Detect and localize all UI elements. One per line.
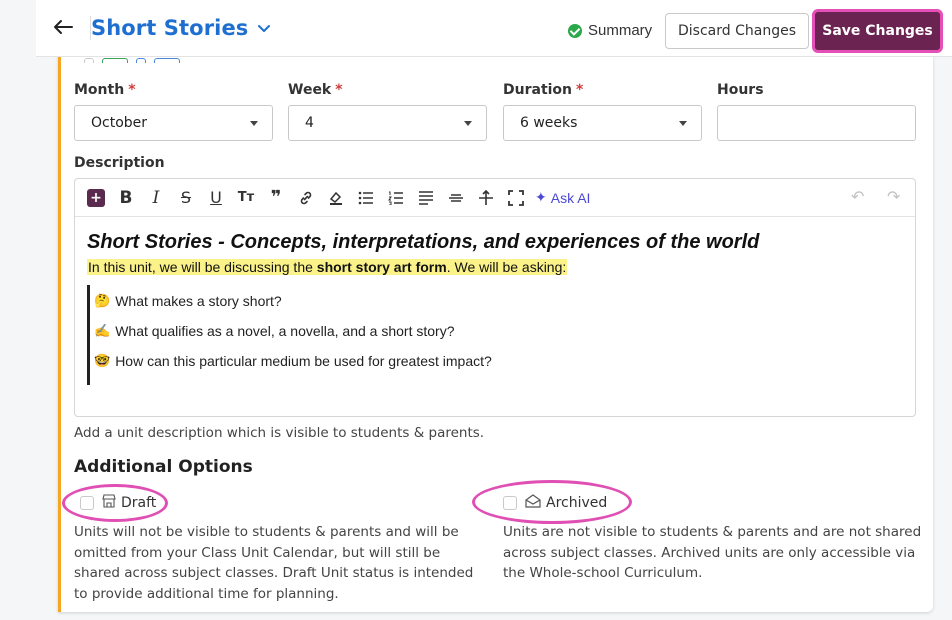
week-value: 4 — [305, 115, 314, 131]
underline-icon[interactable]: U — [201, 184, 231, 212]
question-text: What makes a story short? — [115, 293, 282, 309]
peek-icon — [136, 58, 146, 63]
intro-suffix: . We will be asking: — [446, 259, 567, 275]
draft-description: Units will not be visible to students & … — [74, 524, 474, 602]
summary-label: Summary — [588, 22, 653, 39]
month-label: Month * — [74, 82, 136, 98]
hours-label-text: Hours — [717, 82, 764, 98]
blockquote: 🤔 What makes a story short? ✍️ What qual… — [87, 285, 587, 385]
description-heading: Short Stories - Concepts, interpretation… — [87, 231, 760, 253]
align-icon[interactable] — [411, 184, 441, 212]
draft-label: Draft — [121, 495, 157, 511]
question-item: 🤓 How can this particular medium be used… — [94, 353, 492, 369]
week-label-text: Week — [288, 82, 332, 98]
envelope-open-icon — [525, 494, 541, 512]
ask-ai-label: Ask AI — [550, 189, 591, 206]
page-header: Short Stories Summary Discard Changes Sa… — [36, 0, 952, 57]
archived-description: Units are not visible to students & pare… — [503, 524, 922, 581]
thinking-face-icon: 🤔 — [94, 293, 111, 308]
highlight-icon[interactable] — [321, 184, 351, 212]
month-value: October — [91, 115, 148, 131]
insert-plus-icon[interactable]: + — [87, 188, 105, 207]
hours-label: Hours — [717, 82, 764, 98]
duration-value: 6 weeks — [520, 115, 578, 131]
description-helper: Add a unit description which is visible … — [74, 425, 485, 441]
chevron-down-icon — [258, 25, 271, 32]
quote-icon[interactable]: ❞ — [261, 184, 291, 212]
month-select[interactable]: October — [74, 105, 273, 141]
week-label: Week * — [288, 82, 343, 98]
unit-title-dropdown[interactable]: Short Stories — [90, 16, 272, 40]
redo-icon[interactable]: ↷ — [887, 187, 900, 207]
check-circle-icon — [568, 23, 582, 38]
save-changes-button[interactable]: Save Changes — [812, 9, 943, 53]
toolbar-peek — [84, 57, 188, 63]
question-item: ✍️ What qualifies as a novel, a novella,… — [94, 323, 455, 339]
numbered-list-icon[interactable] — [381, 184, 411, 212]
sparkle-icon: ✦ — [535, 189, 547, 205]
intro-bold: short story art form — [316, 259, 447, 275]
question-text: What qualifies as a novel, a novella, an… — [115, 323, 455, 339]
editor-toolbar: + B I S U Tт ❞ ✦ Ask AI ↶ ↷ — [75, 179, 915, 217]
page-title: Short Stories — [91, 16, 249, 40]
nerd-face-icon: 🤓 — [94, 353, 111, 368]
bold-icon[interactable]: B — [111, 184, 141, 212]
text-size-icon[interactable]: Tт — [231, 184, 261, 212]
discard-changes-button[interactable]: Discard Changes — [665, 13, 809, 49]
summary-link[interactable]: Summary — [568, 22, 652, 39]
month-label-text: Month — [74, 82, 125, 98]
required-mark: * — [335, 82, 343, 98]
strikethrough-icon[interactable]: S — [171, 184, 201, 212]
ask-ai-button[interactable]: ✦ Ask AI — [535, 189, 590, 206]
bullet-list-icon[interactable] — [351, 184, 381, 212]
description-editor[interactable]: + B I S U Tт ❞ ✦ Ask AI ↶ ↷ Short Storie… — [74, 178, 916, 417]
week-select[interactable]: 4 — [288, 105, 487, 141]
intro-prefix: In this unit, we will be discussing the — [88, 259, 317, 275]
peek-icon — [154, 58, 180, 63]
caret-down-icon — [679, 121, 687, 126]
description-label: Description — [74, 155, 165, 171]
question-text: How can this particular medium be used f… — [115, 353, 492, 369]
caret-down-icon — [250, 121, 258, 126]
storefront-icon — [102, 494, 116, 512]
draft-option[interactable]: Draft — [80, 494, 156, 512]
additional-options-title: Additional Options — [74, 457, 253, 477]
hours-input[interactable] — [717, 105, 916, 141]
archived-checkbox[interactable] — [503, 496, 517, 510]
embed-icon[interactable] — [471, 184, 501, 212]
description-intro: In this unit, we will be discussing the … — [87, 259, 568, 275]
required-mark: * — [128, 82, 136, 98]
required-mark: * — [576, 82, 584, 98]
back-arrow-icon[interactable] — [50, 14, 76, 40]
question-item: 🤔 What makes a story short? — [94, 293, 282, 309]
draft-checkbox[interactable] — [80, 496, 94, 510]
left-gutter — [0, 0, 36, 620]
caret-down-icon — [464, 121, 472, 126]
archived-label: Archived — [546, 495, 608, 511]
horizontal-rule-icon[interactable] — [441, 184, 471, 212]
writing-hand-icon: ✍️ — [94, 323, 111, 338]
italic-icon[interactable]: I — [141, 184, 171, 212]
undo-icon[interactable]: ↶ — [851, 187, 864, 207]
duration-label: Duration * — [503, 82, 583, 98]
link-icon[interactable] — [291, 184, 321, 212]
peek-icon — [84, 58, 94, 63]
peek-icon — [102, 58, 128, 63]
duration-label-text: Duration — [503, 82, 573, 98]
archived-option[interactable]: Archived — [503, 494, 607, 512]
fullscreen-icon[interactable] — [501, 184, 531, 212]
duration-select[interactable]: 6 weeks — [503, 105, 702, 141]
